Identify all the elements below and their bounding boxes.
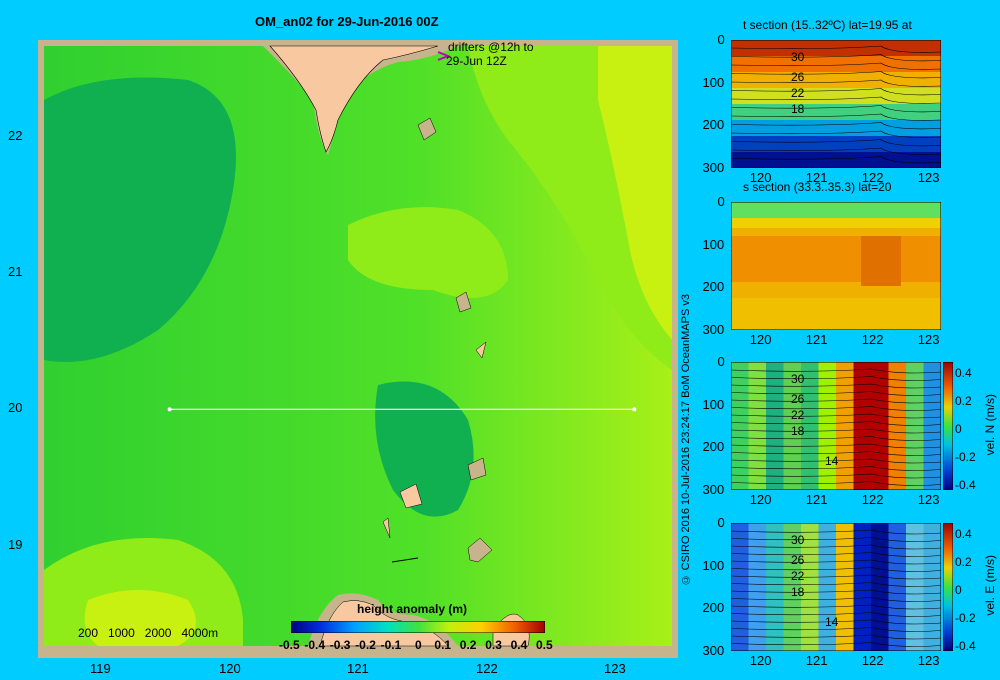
depth-tick: 0: [717, 32, 725, 47]
lon-tick: 123: [917, 492, 940, 507]
contour-label: 26: [791, 70, 805, 84]
depth-tick: 200: [702, 117, 725, 133]
colorbar-tick: 0.1: [434, 638, 452, 652]
colorbar-tick: 0.3: [485, 638, 502, 652]
lon-tick: 119: [90, 661, 111, 676]
lon-tick: 122: [861, 492, 884, 507]
depth-tick: 0: [717, 354, 725, 369]
section-panel: [731, 523, 941, 651]
lon-tick: 120: [219, 661, 241, 676]
section-panel: [731, 202, 941, 330]
main-map: [38, 40, 678, 658]
colorbar-tick: 0: [955, 422, 962, 436]
depth-legend-item: 200: [78, 626, 99, 640]
lon-tick: 122: [476, 661, 498, 676]
depth-legend-item: 1000: [108, 626, 135, 640]
depth-tick: 300: [702, 160, 725, 175]
colorbar-tick: -0.2: [955, 450, 976, 464]
lon-tick: 123: [917, 170, 940, 185]
drifters-label-line1: drifters @12h to: [448, 40, 534, 54]
lat-tick: 19: [8, 537, 23, 552]
depth-tick: 0: [717, 515, 725, 530]
depth-tick: 300: [702, 322, 725, 337]
lat-tick: 22: [8, 128, 23, 143]
contour-label: 26: [791, 553, 805, 567]
lon-tick: 123: [604, 661, 626, 676]
contour-label: 26: [791, 392, 805, 406]
contour-label: 14: [825, 615, 839, 629]
colorbar-ticks: -0.5 -0.4 -0.3 -0.2 -0.1 0 0.1 0.2 0.3 0.4 0.5: [279, 638, 556, 654]
contour-label: 18: [791, 424, 805, 438]
contour-label: 18: [791, 585, 805, 599]
contour-label: 30: [791, 372, 805, 386]
section-panel: [731, 40, 941, 168]
depth-tick: 100: [702, 557, 725, 573]
depth-legend-item: 2000: [144, 626, 172, 640]
section-line-start: [167, 407, 172, 412]
contour-label: 22: [791, 86, 805, 100]
colorbar-tick: 0.2: [955, 555, 972, 569]
depth-tick: 200: [702, 279, 725, 295]
panel-title: t section (15..32ºC) lat=19.95 at: [743, 18, 912, 32]
velocity-colorbar: [943, 362, 953, 490]
colorbar-tick: -0.4: [955, 478, 976, 492]
contour-label: 30: [791, 50, 805, 64]
depth-tick: 300: [702, 482, 725, 497]
lon-tick: 120: [749, 492, 772, 507]
colorbar-tick: -0.4: [304, 638, 326, 652]
colorbar-tick: -0.4: [955, 639, 976, 653]
colorbar-tick: 0.4: [955, 527, 972, 541]
lon-tick: 120: [749, 332, 772, 347]
depth-legend-item: 4000m: [181, 626, 219, 640]
lon-tick: 123: [917, 653, 940, 668]
contour-label: 22: [791, 408, 805, 422]
contour-label: 30: [791, 533, 805, 547]
section-line-end: [632, 407, 637, 412]
lon-tick: 122: [861, 332, 884, 347]
colorbar-tick: 0.2: [459, 638, 477, 652]
contour-label: 18: [791, 102, 805, 116]
lat-tick: 21: [8, 264, 23, 279]
colorbar-label: vel. N (m/s): [983, 394, 997, 456]
colorbar-tick: -0.1: [380, 638, 402, 652]
lon-tick: 121: [805, 653, 828, 668]
lon-tick: 121: [347, 661, 369, 676]
depth-tick: 200: [702, 439, 725, 455]
colorbar-tick: 0.4: [955, 366, 972, 380]
colorbar-tick: -0.2: [355, 638, 376, 652]
lat-tick: 20: [8, 400, 23, 415]
drifters-label-line2: 29-Jun 12Z: [446, 54, 507, 68]
map-title: OM_an02 for 29-Jun-2016 00Z: [255, 14, 439, 29]
height-colorbar: [291, 621, 545, 633]
depth-tick: 200: [702, 600, 725, 616]
colorbar-tick: -0.2: [955, 611, 976, 625]
colorbar-label: vel. E (m/s): [983, 555, 997, 616]
lon-tick: 121: [805, 492, 828, 507]
lon-tick: 123: [917, 332, 940, 347]
depth-tick: 100: [702, 236, 725, 252]
depth-tick: 0: [717, 194, 725, 209]
lon-tick: 122: [861, 653, 884, 668]
lon-tick: 121: [805, 332, 828, 347]
depth-tick: 100: [702, 396, 725, 412]
depth-tick: 300: [702, 643, 725, 658]
section-panel: [731, 362, 941, 490]
contour-label: 14: [825, 454, 839, 468]
colorbar-tick: 0: [415, 638, 422, 652]
colorbar-title: height anomaly (m): [357, 602, 468, 616]
contour-label: 22: [791, 569, 805, 583]
colorbar-tick: 0.4: [510, 638, 528, 652]
velocity-colorbar: [943, 523, 953, 651]
depth-tick: 100: [702, 74, 725, 90]
colorbar-tick: -0.3: [329, 638, 351, 652]
credit-text: © CSIRO 2016 10-Jul-2016 23:24:17 BoM Oc…: [680, 294, 692, 586]
colorbar-tick: 0: [955, 583, 962, 597]
panel-title: s section (33.3..35.3) lat=20: [743, 180, 892, 194]
colorbar-tick: 0.5: [536, 638, 553, 652]
colorbar-tick: 0.2: [955, 394, 972, 408]
colorbar-tick: -0.5: [279, 638, 300, 652]
lon-tick: 120: [749, 653, 772, 668]
depth-legend: 200 1000 2000 4000m: [78, 626, 218, 640]
